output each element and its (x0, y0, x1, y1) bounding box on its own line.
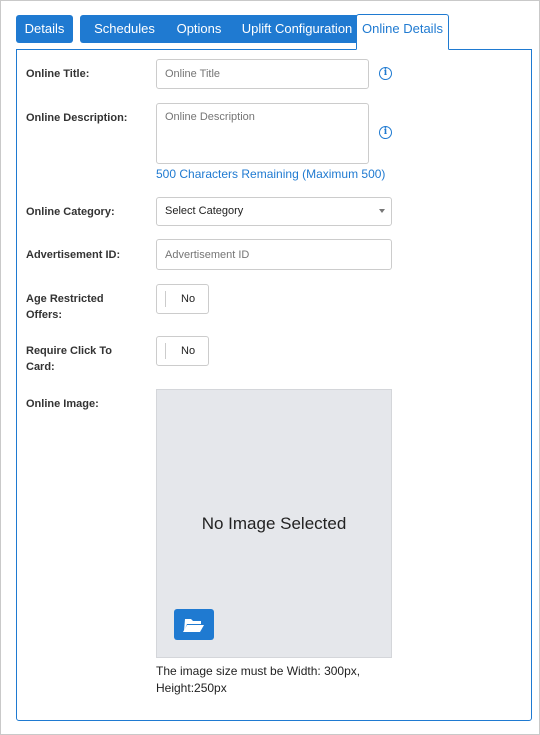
online-description-label: Online Description: (26, 112, 128, 124)
require-click-label-line1: Require Click To (26, 345, 112, 357)
image-size-note-line2: Height:250px (156, 681, 227, 695)
tab-options[interactable]: Options (161, 15, 237, 43)
age-restricted-label-line1: Age Restricted (26, 293, 104, 305)
advertisement-id-label: Advertisement ID: (26, 249, 121, 261)
folder-open-icon (183, 619, 204, 632)
advertisement-id-input[interactable] (156, 239, 392, 270)
toggle-state-text: No (181, 345, 196, 357)
age-restricted-offers-label: Age Restricted Offers: (26, 291, 104, 323)
tab-uplift-configuration[interactable]: Uplift Configuration (229, 15, 365, 43)
chevron-down-icon (379, 209, 385, 213)
age-restricted-label-line2: Offers: (26, 309, 63, 321)
image-size-note: The image size must be Width: 300px, Hei… (156, 663, 386, 697)
online-image-preview: No Image Selected (156, 389, 392, 658)
require-click-to-card-label: Require Click To Card: (26, 343, 112, 375)
online-category-label: Online Category: (26, 206, 115, 218)
tab-online-details[interactable]: Online Details (356, 14, 449, 50)
online-description-input[interactable] (156, 103, 369, 164)
online-description-info-icon[interactable]: i (379, 126, 392, 139)
require-click-label-line2: Card: (26, 361, 55, 373)
image-size-note-line1: The image size must be Width: 300px, (156, 664, 361, 678)
online-category-select[interactable]: Select Category (156, 197, 392, 226)
tab-bar: Details Schedules Options Uplift Configu… (16, 14, 536, 50)
tab-details[interactable]: Details (16, 15, 73, 43)
online-image-label: Online Image: (26, 398, 99, 410)
no-image-selected-text: No Image Selected (201, 514, 347, 533)
age-restricted-offers-toggle[interactable]: No (156, 284, 209, 314)
tab-schedules[interactable]: Schedules (80, 15, 169, 43)
characters-remaining-text: 500 Characters Remaining (Maximum 500) (156, 167, 386, 181)
toggle-handle (165, 343, 166, 359)
toggle-handle (165, 291, 166, 307)
online-title-info-icon[interactable]: i (379, 67, 392, 80)
online-category-selected-value: Select Category (165, 205, 244, 217)
online-title-input[interactable] (156, 59, 369, 89)
browse-image-button[interactable] (174, 609, 214, 640)
online-title-label: Online Title: (26, 68, 90, 80)
toggle-state-text: No (181, 293, 196, 305)
require-click-to-card-toggle[interactable]: No (156, 336, 209, 366)
